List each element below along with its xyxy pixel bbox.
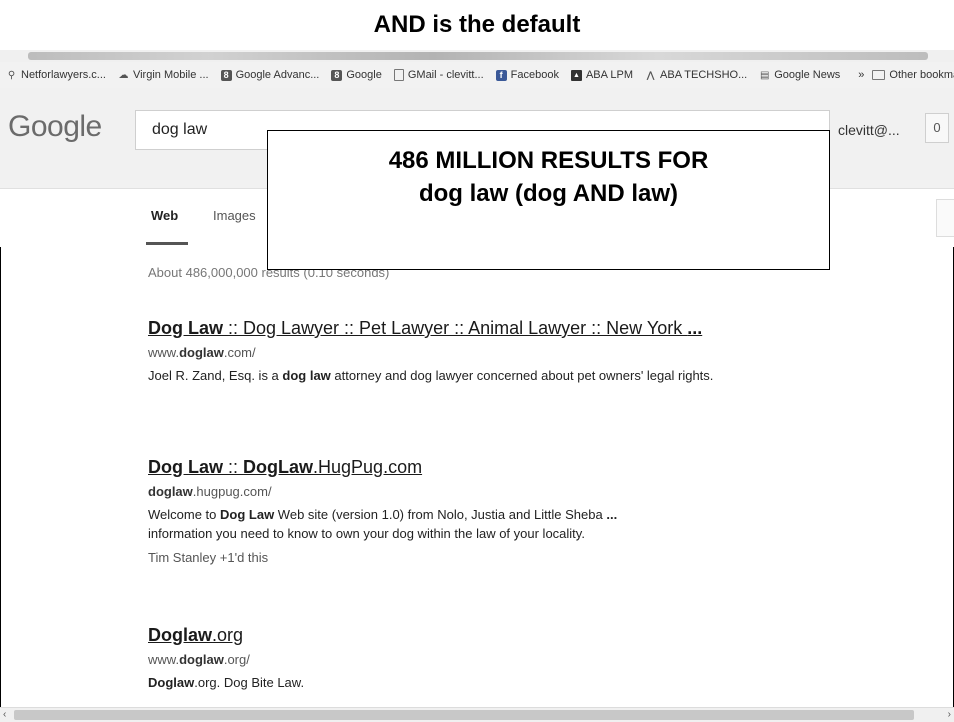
facebook-icon: f [495,69,507,81]
address-bar-blur [28,52,928,60]
result-title-bold: Dog Law [148,318,223,338]
tab-images[interactable]: Images [213,208,256,223]
snippet-bold: Doglaw [148,675,195,690]
google-logo[interactable]: Google [8,110,102,144]
scroll-right-icon[interactable]: › [948,708,951,722]
scrollbar-thumb[interactable] [14,710,914,720]
result-title-bold: Doglaw [148,625,213,645]
bookmark-google-news[interactable]: ▤ Google News [759,69,840,81]
news-icon: ▤ [760,69,770,81]
bookmark-label: Facebook [510,69,559,81]
snippet-bold: dog law [282,368,331,383]
result-url-part: www. [148,652,180,667]
bookmark-label: ABA TECHSHO... [660,69,748,81]
bookmark-google[interactable]: 8 Google [331,69,382,81]
bookmark-netforlawyers[interactable]: ⚲ Netforlawyers.c... [6,69,106,81]
bookmark-label: Google [346,69,382,81]
result-snippet: Joel R. Zand, Esq. is a dog law attorney… [148,366,748,385]
result-url-part: .hugpug.com/ [192,484,272,499]
result-url: www.doglaw.com/ [148,345,748,360]
search-result: Doglaw.org www.doglaw.org/ Doglaw.org. D… [148,625,748,692]
result-url-bold: doglaw [179,345,224,360]
result-url-part: .org/ [223,652,250,667]
account-label[interactable]: clevitt@... [838,122,900,138]
bookmark-label: ABA LPM [585,69,634,81]
horizontal-scrollbar[interactable]: ‹ › [0,707,954,722]
notifications-button[interactable]: 0 [925,113,949,143]
result-title-text: .HugPug.com [313,457,423,477]
bookmark-facebook[interactable]: f Facebook [495,69,559,81]
result-title-link[interactable]: Dog Law :: DogLaw.HugPug.com [148,457,748,478]
snippet-text: Joel R. Zand, Esq. is a [148,368,283,383]
mountain-icon: ⋀ [646,69,655,80]
bookmark-label: Netforlawyers.c... [21,69,106,81]
result-title-bold: Dog Law [148,457,223,477]
callout-line-2: dog law (dog AND law) [418,180,679,207]
callout-box: 486 MILLION RESULTS FOR dog law (dog AND… [267,130,830,270]
other-bookmarks-label: Other bookmar [889,69,954,81]
pin-icon: ⚲ [7,69,16,81]
bookmark-aba-lpm[interactable]: ▲ ABA LPM [570,69,634,81]
snippet-text: .org. Dog Bite Law. [194,675,305,690]
bookmark-google-advanced[interactable]: 8 Google Advanc... [220,69,320,81]
bookmarks-bar: ⚲ Netforlawyers.c... ☁ Virgin Mobile ... 8… [0,62,954,89]
bookmarks-more-button[interactable]: » [858,69,864,81]
doc-icon [393,69,404,81]
slide-title: AND is the default [0,0,954,50]
result-title-text: :: Dog Lawyer :: Pet Lawyer :: Animal La… [223,318,688,338]
result-url-part: .com/ [223,345,256,360]
search-tools-button[interactable] [936,199,954,237]
tab-web-underline [146,242,188,245]
snippet-text: attorney and dog lawyer concerned about … [330,368,714,383]
search-result: Dog Law :: DogLaw.HugPug.com doglaw.hugp… [148,457,748,565]
bookmark-label: Google Advanc... [235,69,320,81]
result-url-bold: doglaw [148,484,193,499]
result-title-text: :: [223,457,244,477]
snippet-bold: Dog Law [220,507,275,522]
snippet-text: information you need to know to own your… [148,526,585,541]
result-url-part: www. [148,345,180,360]
result-title-ellipsis: ... [687,318,703,338]
snippet-bold: ... [606,507,618,522]
callout-line-1: 486 MILLION RESULTS FOR [388,147,709,174]
bookmark-aba-techshow[interactable]: ⋀ ABA TECHSHO... [645,69,747,81]
scroll-left-icon[interactable]: ‹ [3,708,6,722]
bookmark-gmail[interactable]: GMail - clevitt... [393,69,484,81]
result-url: www.doglaw.org/ [148,652,748,667]
tab-web[interactable]: Web [151,208,178,223]
snippet-text: Web site (version 1.0) from Nolo, Justia… [274,507,607,522]
google-icon: 8 [331,69,343,81]
result-snippet: Welcome to Dog Law Web site (version 1.0… [148,505,748,543]
result-social-annotation: Tim Stanley +1'd this [148,550,269,565]
folder-icon [872,70,886,80]
result-title-link[interactable]: Dog Law :: Dog Lawyer :: Pet Lawyer :: A… [148,318,748,339]
cloud-icon: ☁ [118,69,129,81]
result-title-link[interactable]: Doglaw.org [148,625,748,646]
result-snippet: Doglaw.org. Dog Bite Law. [148,673,748,692]
bookmark-label: Virgin Mobile ... [132,69,209,81]
search-result: Dog Law :: Dog Lawyer :: Pet Lawyer :: A… [148,318,748,385]
result-title-text: .org [212,625,244,645]
google-icon: 8 [220,69,232,81]
bookmark-label: Google News [774,69,841,81]
aba-icon: ▲ [570,69,582,81]
result-url: doglaw.hugpug.com/ [148,484,748,499]
result-url-bold: doglaw [179,652,224,667]
result-title-bold: DogLaw [243,457,314,477]
other-bookmarks-folder[interactable]: Other bookmar [872,69,954,81]
bookmark-label: GMail - clevitt... [407,69,484,81]
address-bar-strip [0,50,954,62]
snippet-text: Welcome to [148,507,221,522]
bookmark-virgin-mobile[interactable]: ☁ Virgin Mobile ... [118,69,209,81]
